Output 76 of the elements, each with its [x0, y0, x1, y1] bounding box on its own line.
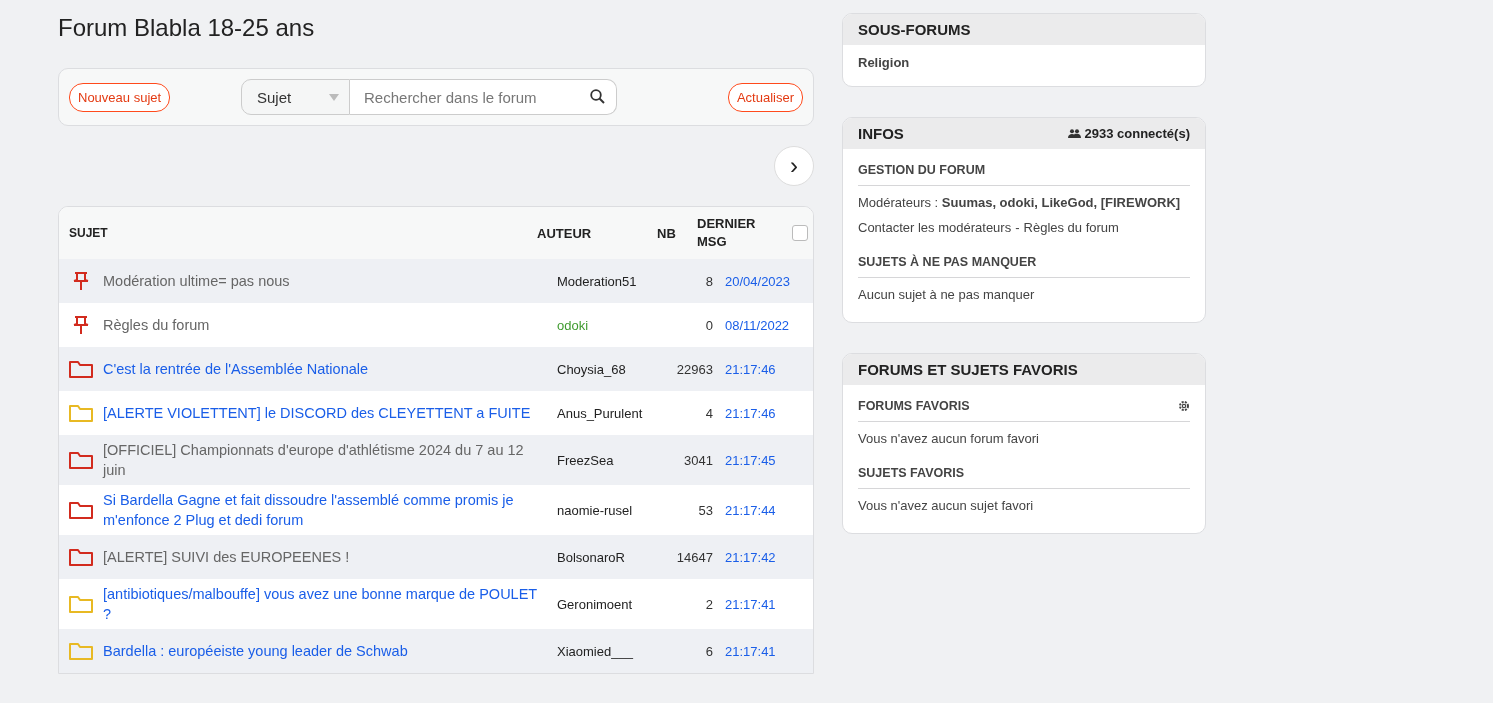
- contact-moderators-link[interactable]: Contacter les modérateurs: [858, 220, 1012, 235]
- reply-count: 8: [704, 273, 714, 289]
- topic-link[interactable]: C'est la rentrée de l'Assemblée Nationale: [103, 359, 547, 379]
- pin-icon: [73, 271, 89, 291]
- forum-title: Forum Blabla 18-25 ans: [58, 14, 316, 42]
- column-header: SUJET: [69, 226, 109, 240]
- folder-icon: [69, 501, 93, 519]
- moderators-text: Modérateurs : Suumas, odoki, LikeGod, [FIREWORK]: [858, 195, 1182, 212]
- last-message-link[interactable]: 21:17:44: [725, 502, 776, 518]
- author-link[interactable]: Anus_Purulent: [547, 405, 667, 421]
- column-header: DERNIER MSG: [697, 215, 757, 251]
- section-heading: SUJETS FAVORIS: [858, 456, 1190, 489]
- folder-icon: [69, 548, 93, 566]
- section-heading: FORUMS FAVORIS: [858, 399, 970, 413]
- online-count: 2933 connecté(s): [1084, 126, 1190, 141]
- author-link[interactable]: Xiaomied___: [547, 643, 667, 659]
- settings-icon[interactable]: [1178, 400, 1190, 412]
- pin-icon: [73, 315, 89, 335]
- topic-link[interactable]: [antibiotiques/malbouffe] vous avez une bonne marque de POULET ?: [103, 584, 547, 624]
- search-icon[interactable]: [590, 89, 605, 104]
- folder-icon: [69, 451, 93, 469]
- reply-count: 3041: [683, 452, 714, 468]
- reply-count: 4: [704, 405, 714, 421]
- section-heading: SUJETS À NE PAS MANQUER: [858, 245, 1190, 278]
- author-link[interactable]: naomie-rusel: [547, 502, 667, 518]
- last-message-link[interactable]: 21:17:41: [725, 643, 776, 659]
- last-message-link[interactable]: 21:17:42: [725, 549, 776, 565]
- author-link[interactable]: Moderation51: [547, 273, 667, 289]
- subforum-link[interactable]: Religion: [858, 49, 1190, 76]
- reply-count: 22963: [675, 361, 714, 377]
- section-heading: GESTION DU FORUM: [858, 153, 1190, 186]
- last-message-link[interactable]: 21:17:46: [725, 405, 776, 421]
- author-link[interactable]: odoki: [547, 317, 667, 333]
- author-link[interactable]: Choysia_68: [547, 361, 667, 377]
- card-title: SOUS-FORUMS: [858, 21, 971, 38]
- refresh-button[interactable]: Actualiser: [727, 82, 803, 112]
- select-all-checkbox[interactable]: [792, 225, 808, 241]
- topic-link[interactable]: [ALERTE] SUIVI des EUROPEENES !: [103, 547, 547, 567]
- topic-link[interactable]: Bardella : européeiste young leader de Schwab: [103, 641, 547, 661]
- folder-icon: [69, 404, 93, 422]
- author-link[interactable]: BolsonaroR: [547, 549, 667, 565]
- last-message-link[interactable]: 21:17:46: [725, 361, 776, 377]
- last-message-link[interactable]: 21:17:45: [725, 452, 776, 468]
- reply-count: 6: [704, 643, 714, 659]
- reply-count: 0: [704, 317, 714, 333]
- reply-count: 2: [704, 596, 714, 612]
- card-title: FORUMS ET SUJETS FAVORIS: [858, 361, 1078, 378]
- empty-message: Aucun sujet à ne pas manquer: [858, 287, 1036, 304]
- topic-link[interactable]: [ALERTE VIOLETTENT] le DISCORD des CLEYETTENT a FUITE: [103, 403, 547, 423]
- search-field[interactable]: Rechercher dans le forum: [350, 79, 617, 115]
- author-link[interactable]: FreezSea: [547, 452, 667, 468]
- card-title: INFOS: [858, 125, 904, 142]
- last-message-link[interactable]: 20/04/2023: [725, 273, 791, 289]
- reply-count: 14647: [675, 549, 714, 565]
- new-topic-button[interactable]: Nouveau sujet: [69, 82, 171, 112]
- empty-message: Vous n'avez aucun forum favori: [858, 431, 1040, 448]
- forum-rules-link[interactable]: Règles du forum: [1023, 220, 1119, 235]
- reply-count: 53: [697, 502, 714, 518]
- column-header: AUTEUR: [537, 225, 593, 241]
- empty-message: Vous n'avez aucun sujet favori: [858, 498, 1035, 515]
- last-message-link[interactable]: 21:17:41: [725, 596, 776, 612]
- topic-link[interactable]: [OFFICIEL] Championnats d'europe d'athlétisme 2024 du 7 au 12 juin: [103, 440, 547, 480]
- topic-link[interactable]: Modération ultime= pas nous: [103, 271, 547, 291]
- folder-icon: [69, 595, 93, 613]
- folder-icon: [69, 642, 93, 660]
- search-scope-dropdown[interactable]: Sujet: [241, 79, 350, 115]
- author-link[interactable]: Geronimoent: [547, 596, 667, 612]
- folder-icon: [69, 360, 93, 378]
- topic-link[interactable]: Si Bardella Gagne et fait dissoudre l'assemblé comme promis je m'enfonce 2 Plug et dedi forum: [103, 490, 547, 530]
- column-header: NB: [657, 225, 677, 241]
- separator-text: -: [1015, 220, 1020, 235]
- last-message-link[interactable]: 08/11/2022: [725, 317, 790, 333]
- topic-link[interactable]: Règles du forum: [103, 315, 547, 335]
- caret-icon: [329, 93, 339, 101]
- users-icon: [1067, 129, 1081, 138]
- next-page-button[interactable]: ›: [774, 146, 814, 186]
